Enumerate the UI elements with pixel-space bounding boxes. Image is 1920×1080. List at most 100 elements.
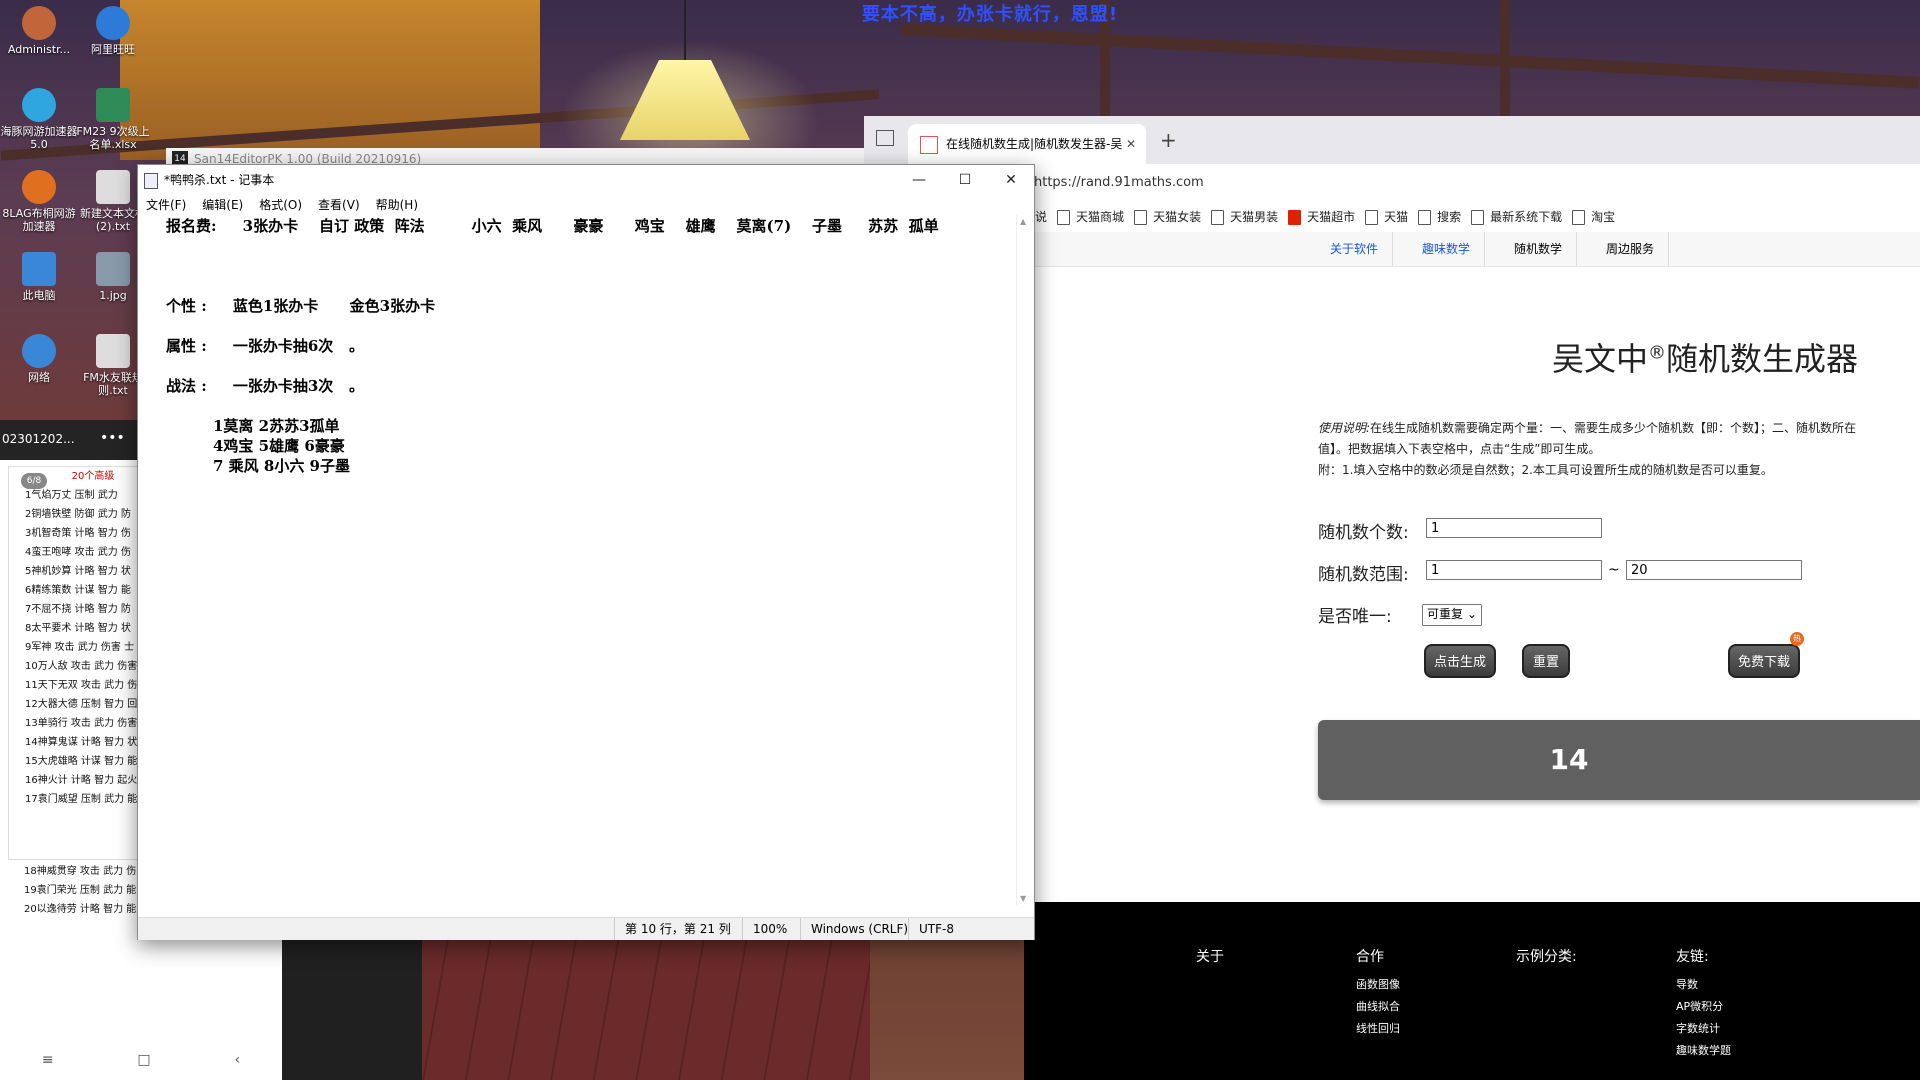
desktop-icon-network[interactable]: 网络 (0, 334, 78, 384)
desktop-icon-haitun[interactable]: 海豚网游加速器5.0 (0, 88, 78, 151)
footer-examples: 示例分类: (1516, 946, 1577, 974)
vertical-scrollbar[interactable]: ▲ ▼ (1016, 215, 1034, 905)
nav-fun-math[interactable]: 趣味数学 (1408, 232, 1486, 266)
bookmark-label: 天猫 (1384, 210, 1409, 224)
list-item: 10万人敌 攻击 武力 伤害 (25, 661, 138, 672)
menu-view[interactable]: 查看(V) (318, 198, 360, 212)
new-tab-icon[interactable]: + (1160, 128, 1177, 152)
desktop-icon-8lag[interactable]: 8LAG布桐网游加速器 (0, 170, 78, 233)
bookmark-item[interactable]: 天猫 (1365, 202, 1408, 232)
list-item: 3机智奇策 计略 智力 伤 (25, 528, 131, 539)
list-item: 11天下无双 攻击 武力 伤 (25, 680, 138, 691)
registered-mark: ® (1648, 342, 1667, 364)
nav-label: 关于软件 (1330, 242, 1379, 256)
footer-link[interactable]: 函数图像 (1356, 974, 1400, 996)
desktop-icon-label: FM23 9次级上名单.xlsx (76, 125, 150, 151)
bookmark-label: 天猫超市 (1307, 210, 1356, 224)
menu-file[interactable]: 文件(F) (146, 198, 186, 212)
scroll-down-icon[interactable]: ▼ (1020, 894, 1030, 903)
more-dots-icon[interactable]: ••• (100, 430, 125, 446)
doc-icon (1134, 210, 1148, 225)
notepad-status-bar: 第 10 行，第 21 列 100% Windows (CRLF) UTF-8 (138, 917, 1034, 940)
desktop-icon-label: 1.jpg (99, 289, 127, 302)
generate-button[interactable]: 点击生成 (1424, 644, 1496, 678)
url-text[interactable]: https://rand.91maths.com (1034, 170, 1204, 196)
range-label: 随机数范围: (1318, 565, 1409, 585)
browser-tab-bar: 在线随机数生成|随机数发生器-吴 ✕ + (864, 116, 1920, 164)
menu-edit[interactable]: 编辑(E) (202, 198, 243, 212)
footer-heading[interactable]: 关于 (1196, 946, 1224, 966)
home-icon[interactable]: □ (137, 1052, 150, 1068)
status-zoom: 100% (742, 918, 787, 940)
list-item: 2铜墙铁壁 防御 武力 防 (25, 509, 131, 520)
hot-badge: 热 (1790, 632, 1804, 646)
desktop-icon-fm23-xlsx[interactable]: FM23 9次级上名单.xlsx (74, 88, 152, 151)
desktop-icon-aliwangwang[interactable]: 阿里旺旺 (74, 6, 152, 56)
footer-link[interactable]: 导数 (1676, 974, 1731, 996)
count-input[interactable]: 1 (1426, 518, 1602, 538)
minimize-icon[interactable]: — (896, 165, 942, 195)
text-line: 战法 : 一张办卡抽3次 。 (166, 377, 364, 395)
footer-link[interactable]: 字数统计 (1676, 1018, 1731, 1040)
nav-label: 趣味数学 (1422, 242, 1471, 256)
desktop-icon-label: 8LAG布桐网游加速器 (2, 207, 76, 233)
doc-icon (1418, 210, 1432, 225)
bookmark-item[interactable]: 天猫男装 (1211, 202, 1278, 232)
bookmark-item[interactable]: 淘宝 (1572, 202, 1615, 232)
site-footer: 关于 合作 函数图像 曲线拟合 线性回归 示例分类: 友链: 导数 AP微积分 … (1024, 902, 1920, 1080)
maximize-icon[interactable]: ☐ (942, 165, 988, 195)
sidebar-toggle-icon[interactable] (876, 130, 894, 146)
list-item: 4蛮王咆哮 攻击 武力 伤 (25, 547, 131, 558)
list-item: 16神火计 计略 智力 起火 (25, 775, 138, 786)
bookmark-item[interactable]: 天猫商城 (1057, 202, 1124, 232)
menu-help[interactable]: 帮助(H) (376, 198, 418, 212)
doc-icon (1471, 210, 1485, 225)
list-item: 9军神 攻击 武力 伤害 士 (25, 642, 135, 653)
range-min-input[interactable]: 1 (1426, 560, 1602, 580)
bookmark-item[interactable]: 天猫女装 (1134, 202, 1201, 232)
unique-label: 是否唯一: (1318, 607, 1392, 627)
notepad-text-area[interactable]: 报名费: 3张办卡 自订 政策 阵法 小六 乘风 豪豪 鸡宝 雄鹰 莫离(7) … (138, 215, 1016, 905)
close-tab-icon[interactable]: ✕ (1126, 124, 1136, 164)
usage-description: 使用说明:在线生成随机数需要确定两个量：一、需要生成多少个随机数【即：个数】；二… (1318, 418, 1920, 481)
bookmark-item[interactable]: 最新系统下载 (1471, 202, 1562, 232)
phone-nav-bar: ≡ □ ‹ (0, 1040, 282, 1080)
bookmark-item[interactable]: 搜索 (1418, 202, 1461, 232)
page-badge: 6/8 (21, 473, 47, 489)
nav-peripheral-services[interactable]: 周边服务 (1592, 232, 1670, 266)
desktop-icon-this-pc[interactable]: 此电脑 (0, 252, 78, 302)
nav-about-software[interactable]: 关于软件 (1316, 232, 1394, 266)
user-folder-icon (22, 6, 56, 40)
text-line: 7 乘风 8小六 9子墨 (166, 457, 350, 475)
bookmark-item[interactable]: 天猫超市 (1288, 202, 1355, 232)
notepad-title-bar[interactable]: *鸭鸭杀.txt - 记事本 — ☐ ✕ (138, 165, 1034, 195)
count-label: 随机数个数: (1318, 523, 1409, 543)
list-item: 12大器大德 压制 智力 回 (25, 699, 138, 710)
scroll-up-icon[interactable]: ▲ (1020, 217, 1030, 226)
tab-title: 在线随机数生成|随机数发生器-吴 (946, 137, 1123, 151)
desktop-icon-label: 阿里旺旺 (91, 43, 135, 56)
desktop-icon-label: FM水友联规则.txt (83, 371, 143, 397)
menu-icon[interactable]: ≡ (42, 1052, 54, 1068)
wallpaper-banner-text: 要本不高，办张卡就行，恩盟! (861, 4, 1119, 25)
text-file-icon (96, 334, 130, 368)
nav-random-math[interactable]: 随机数学 (1500, 232, 1578, 266)
reset-button[interactable]: 重置 (1522, 644, 1570, 678)
back-icon[interactable]: ‹ (234, 1052, 240, 1068)
list-item: 5神机妙算 计略 智力 状 (25, 566, 131, 577)
range-max-input[interactable]: 20 (1626, 560, 1802, 580)
footer-link[interactable]: 曲线拟合 (1356, 996, 1400, 1018)
close-icon[interactable]: ✕ (988, 165, 1034, 195)
browser-tab-active[interactable]: 在线随机数生成|随机数发生器-吴 ✕ (908, 124, 1146, 164)
free-download-button[interactable]: 免费下载 (1728, 644, 1800, 678)
footer-link[interactable]: AP微积分 (1676, 996, 1731, 1018)
nav-label: 随机数学 (1514, 242, 1563, 256)
footer-link[interactable]: 线性回归 (1356, 1018, 1400, 1040)
8lag-accelerator-icon (22, 170, 56, 204)
phone-chat-title: 02301202... (2, 432, 75, 446)
unique-select[interactable]: 可重复 ⌄ (1422, 604, 1482, 626)
desktop-icon-administrator[interactable]: Administr... (0, 6, 78, 56)
menu-format[interactable]: 格式(O) (259, 198, 302, 212)
footer-link[interactable]: 趣味数学题 (1676, 1040, 1731, 1062)
phone-dark-strip (282, 940, 422, 1080)
